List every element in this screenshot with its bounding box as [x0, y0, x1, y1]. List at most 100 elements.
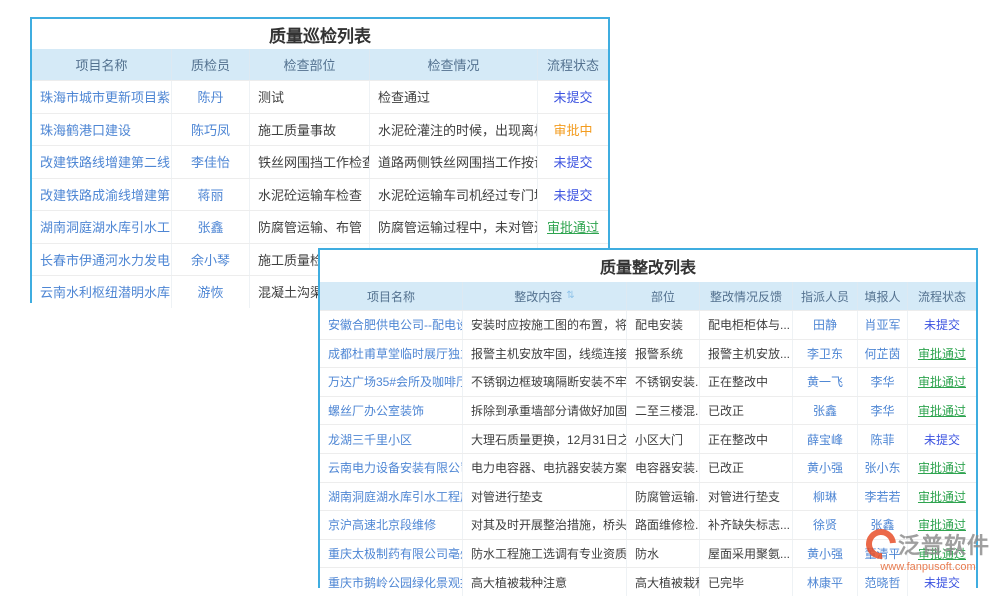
feedback-cell: 正在整改中 — [700, 368, 793, 396]
status-cell[interactable]: 审批通过 — [908, 340, 976, 368]
project-cell[interactable]: 万达广场35#会所及咖啡厅空... — [320, 368, 463, 396]
part-cell: 防腐管运输、布管 — [250, 211, 370, 243]
project-cell[interactable]: 改建铁路线增建第二线... — [32, 146, 172, 178]
table-row: 重庆市鹅岭公园绿化景观提升...高大植被栽种注意高大植被栽种已完毕林康平范晓哲未… — [320, 567, 976, 596]
inspector-cell[interactable]: 陈巧凤 — [172, 114, 250, 146]
status-cell[interactable]: 审批通过 — [908, 511, 976, 539]
status-cell[interactable]: 未提交 — [908, 425, 976, 453]
reporter-cell[interactable]: 陈菲 — [858, 425, 908, 453]
assignee-cell[interactable]: 黄小强 — [793, 540, 858, 568]
assignee-cell[interactable]: 徐贤 — [793, 511, 858, 539]
reporter-cell[interactable]: 何芷茵 — [858, 340, 908, 368]
feedback-cell: 已改正 — [700, 454, 793, 482]
table-row: 成都杜甫草堂临时展厅独立展...报警主机安放牢固，线缆连接...报警系统报警主机… — [320, 339, 976, 368]
table-row: 湖南洞庭湖水库引水工...张鑫防腐管运输、布管防腐管运输过程中，未对管进行...… — [32, 210, 608, 243]
status-cell[interactable]: 审批通过 — [908, 368, 976, 396]
part-cell: 防水 — [627, 540, 700, 568]
reporter-cell[interactable]: 张鑫 — [858, 511, 908, 539]
project-cell[interactable]: 云南电力设备安装有限公司20... — [320, 454, 463, 482]
quality-rectification-table: 质量整改列表 项目名称整改内容⇅部位整改情况反馈指派人员填报人流程状态 安徽合肥… — [318, 248, 978, 588]
inspection-table-title: 质量巡检列表 — [32, 19, 608, 49]
inspection-table-header: 项目名称质检员检查部位检查情况流程状态 — [32, 49, 608, 80]
inspector-cell[interactable]: 李佳怡 — [172, 146, 250, 178]
situation-cell: 防腐管运输过程中，未对管进行... — [370, 211, 538, 243]
status-cell[interactable]: 未提交 — [538, 81, 608, 113]
project-cell[interactable]: 京沪高速北京段维修 — [320, 511, 463, 539]
status-cell[interactable]: 审批通过 — [908, 540, 976, 568]
reporter-cell[interactable]: 董清平 — [858, 540, 908, 568]
inspector-cell[interactable]: 蒋丽 — [172, 179, 250, 211]
inspector-cell[interactable]: 陈丹 — [172, 81, 250, 113]
project-cell[interactable]: 重庆市鹅岭公园绿化景观提升... — [320, 568, 463, 596]
column-header-part: 部位 — [627, 282, 700, 310]
reporter-cell[interactable]: 肖亚军 — [858, 311, 908, 339]
table-row: 螺丝厂办公室装饰拆除到承重墙部分请做好加固...二至三楼混...已改正张鑫李华审… — [320, 396, 976, 425]
inspector-cell[interactable]: 余小琴 — [172, 244, 250, 276]
project-cell[interactable]: 湖南洞庭湖水库引水工... — [32, 211, 172, 243]
status-cell[interactable]: 未提交 — [538, 146, 608, 178]
assignee-cell[interactable]: 柳琳 — [793, 483, 858, 511]
status-cell[interactable]: 未提交 — [538, 179, 608, 211]
table-row: 珠海鹤港口建设陈巧凤施工质量事故水泥砼灌注的时候，出现离析现象审批中 — [32, 113, 608, 146]
column-header-content[interactable]: 整改内容⇅ — [463, 282, 627, 310]
reporter-cell[interactable]: 李华 — [858, 368, 908, 396]
part-cell: 施工质量事故 — [250, 114, 370, 146]
status-cell[interactable]: 审批中 — [538, 114, 608, 146]
project-cell[interactable]: 改建铁路成渝线增建第... — [32, 179, 172, 211]
project-cell[interactable]: 云南水利枢纽潜明水库... — [32, 276, 172, 308]
part-cell: 铁丝网围挡工作检查 — [250, 146, 370, 178]
content-cell: 对管进行垫支 — [463, 483, 627, 511]
project-cell[interactable]: 螺丝厂办公室装饰 — [320, 397, 463, 425]
assignee-cell[interactable]: 张鑫 — [793, 397, 858, 425]
content-cell: 安装时应按施工图的布置，将... — [463, 311, 627, 339]
status-cell[interactable]: 审批通过 — [538, 211, 608, 243]
part-cell: 高大植被栽种 — [627, 568, 700, 596]
assignee-cell[interactable]: 林康平 — [793, 568, 858, 596]
reporter-cell[interactable]: 范晓哲 — [858, 568, 908, 596]
situation-cell: 水泥砼灌注的时候，出现离析现象 — [370, 114, 538, 146]
rectification-table-body: 安徽合肥供电公司--配电设备...安装时应按施工图的布置，将...配电安装配电柜… — [320, 310, 976, 596]
project-cell[interactable]: 长春市伊通河水力发电... — [32, 244, 172, 276]
assignee-cell[interactable]: 薛宝峰 — [793, 425, 858, 453]
assignee-cell[interactable]: 李卫东 — [793, 340, 858, 368]
project-cell[interactable]: 重庆太极制药有限公司亳州中... — [320, 540, 463, 568]
content-cell: 拆除到承重墙部分请做好加固... — [463, 397, 627, 425]
part-cell: 不锈钢安装... — [627, 368, 700, 396]
status-cell[interactable]: 审批通过 — [908, 454, 976, 482]
table-row: 重庆太极制药有限公司亳州中...防水工程施工选调有专业资质...防水屋面采用聚氨… — [320, 539, 976, 568]
assignee-cell[interactable]: 黄一飞 — [793, 368, 858, 396]
reporter-cell[interactable]: 李华 — [858, 397, 908, 425]
status-cell[interactable]: 审批通过 — [908, 397, 976, 425]
project-cell[interactable]: 珠海市城市更新项目紫... — [32, 81, 172, 113]
table-row: 安徽合肥供电公司--配电设备...安装时应按施工图的布置，将...配电安装配电柜… — [320, 310, 976, 339]
status-cell[interactable]: 未提交 — [908, 568, 976, 596]
status-cell[interactable]: 审批通过 — [908, 483, 976, 511]
assignee-cell[interactable]: 田静 — [793, 311, 858, 339]
status-cell[interactable]: 未提交 — [908, 311, 976, 339]
inspector-cell[interactable]: 张鑫 — [172, 211, 250, 243]
content-cell: 报警主机安放牢固，线缆连接... — [463, 340, 627, 368]
project-cell[interactable]: 珠海鹤港口建设 — [32, 114, 172, 146]
sort-icon[interactable]: ⇅ — [566, 291, 574, 301]
project-cell[interactable]: 龙湖三千里小区 — [320, 425, 463, 453]
column-header-status: 流程状态 — [538, 49, 608, 80]
reporter-cell[interactable]: 张小东 — [858, 454, 908, 482]
table-row: 湖南洞庭湖水库引水工程施工标对管进行垫支防腐管运输...对管进行垫支柳琳李若若审… — [320, 482, 976, 511]
rectification-table-header: 项目名称整改内容⇅部位整改情况反馈指派人员填报人流程状态 — [320, 282, 976, 310]
column-header-status: 流程状态 — [908, 282, 976, 310]
content-cell: 电力电容器、电抗器安装方案,... — [463, 454, 627, 482]
table-row: 龙湖三千里小区大理石质量更换，12月31日之...小区大门正在整改中薛宝峰陈菲未… — [320, 424, 976, 453]
table-row: 云南电力设备安装有限公司20...电力电容器、电抗器安装方案,...电容器安装.… — [320, 453, 976, 482]
project-cell[interactable]: 成都杜甫草堂临时展厅独立展... — [320, 340, 463, 368]
table-row: 改建铁路成渝线增建第...蒋丽水泥砼运输车检查水泥砼运输车司机经过专门培训...… — [32, 178, 608, 211]
inspector-cell[interactable]: 游恢 — [172, 276, 250, 308]
part-cell: 报警系统 — [627, 340, 700, 368]
reporter-cell[interactable]: 李若若 — [858, 483, 908, 511]
situation-cell: 水泥砼运输车司机经过专门培训... — [370, 179, 538, 211]
assignee-cell[interactable]: 黄小强 — [793, 454, 858, 482]
part-cell: 防腐管运输... — [627, 483, 700, 511]
project-cell[interactable]: 安徽合肥供电公司--配电设备... — [320, 311, 463, 339]
project-cell[interactable]: 湖南洞庭湖水库引水工程施工标 — [320, 483, 463, 511]
content-cell: 防水工程施工选调有专业资质... — [463, 540, 627, 568]
column-header-assignee: 指派人员 — [793, 282, 858, 310]
